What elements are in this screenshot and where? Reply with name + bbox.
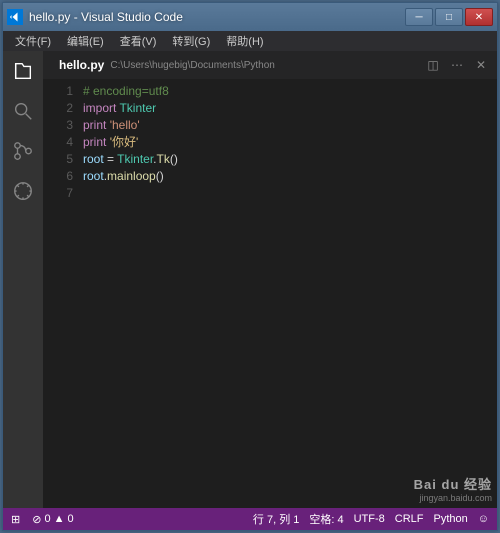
menu-edit[interactable]: 编辑(E): [59, 31, 112, 51]
editor-tab[interactable]: hello.py C:\Users\hugebig\Documents\Pyth…: [51, 54, 283, 76]
status-remote-icon[interactable]: ⊞: [11, 513, 20, 526]
error-icon: ⊘: [32, 513, 41, 526]
status-feedback-icon[interactable]: ☺: [478, 513, 489, 525]
menu-help[interactable]: 帮助(H): [218, 31, 271, 51]
status-problems[interactable]: ⊘0 ▲0: [32, 513, 73, 526]
vscode-logo-icon: [7, 9, 23, 25]
minimize-button[interactable]: ─: [405, 8, 433, 26]
status-bar: ⊞ ⊘0 ▲0 行 7, 列 1 空格: 4 UTF-8 CRLF Python…: [3, 508, 497, 530]
more-actions-icon[interactable]: ⋯: [449, 58, 465, 72]
window-title: hello.py - Visual Studio Code: [29, 10, 405, 24]
menu-goto[interactable]: 转到(G): [164, 31, 218, 51]
code-content[interactable]: # encoding=utf8 import Tkinter print 'he…: [83, 83, 497, 508]
menubar: 文件(F) 编辑(E) 查看(V) 转到(G) 帮助(H): [3, 31, 497, 51]
explorer-icon[interactable]: [11, 59, 35, 83]
status-eol[interactable]: CRLF: [395, 513, 424, 525]
status-language[interactable]: Python: [434, 513, 468, 525]
line-numbers: 1 2 3 4 5 6 7: [43, 83, 83, 508]
tab-bar: hello.py C:\Users\hugebig\Documents\Pyth…: [43, 51, 497, 79]
window-titlebar: hello.py - Visual Studio Code ─ □ ✕: [3, 3, 497, 31]
menu-view[interactable]: 查看(V): [112, 31, 165, 51]
close-button[interactable]: ✕: [465, 8, 493, 26]
status-cursor[interactable]: 行 7, 列 1: [253, 511, 299, 527]
status-encoding[interactable]: UTF-8: [354, 513, 385, 525]
activity-bar: [3, 51, 43, 508]
tab-filepath: C:\Users\hugebig\Documents\Python: [110, 60, 275, 71]
status-spaces[interactable]: 空格: 4: [309, 511, 343, 527]
debug-icon[interactable]: [11, 179, 35, 203]
split-editor-icon[interactable]: ◫: [425, 58, 441, 72]
warning-icon: ▲: [54, 513, 65, 525]
tab-filename: hello.py: [59, 58, 104, 72]
source-control-icon[interactable]: [11, 139, 35, 163]
search-icon[interactable]: [11, 99, 35, 123]
close-tab-icon[interactable]: ✕: [473, 58, 489, 72]
maximize-button[interactable]: □: [435, 8, 463, 26]
code-editor[interactable]: 1 2 3 4 5 6 7 # encoding=utf8 import Tki…: [43, 79, 497, 508]
menu-file[interactable]: 文件(F): [7, 31, 59, 51]
